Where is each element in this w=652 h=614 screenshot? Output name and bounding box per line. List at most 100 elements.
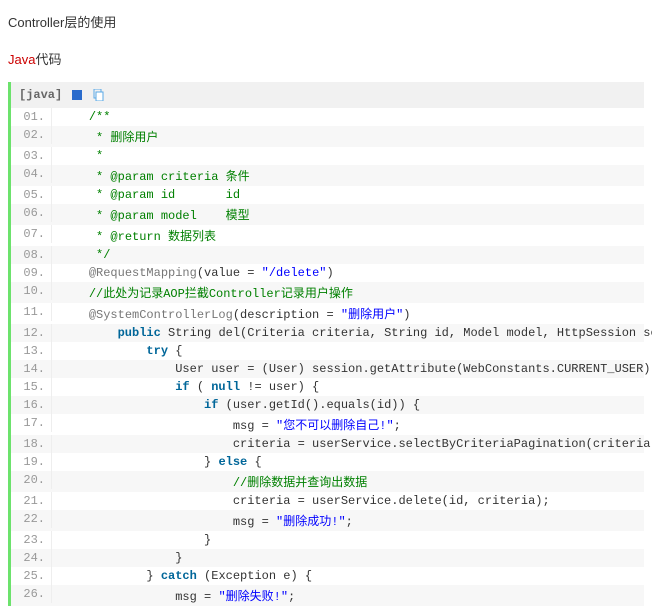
code-source: * @param id id: [52, 186, 240, 204]
code-token: msg =: [175, 590, 218, 604]
line-number: 03.: [11, 147, 52, 165]
code-token: {: [247, 455, 261, 469]
code-source: try {: [52, 342, 182, 360]
code-body: 01. /** 02. * 删除用户 03. *04. * @param crite…: [11, 108, 644, 606]
code-token: /**: [89, 110, 111, 124]
code-token: "您不可以删除自己!": [276, 419, 394, 433]
code-source: }: [52, 549, 182, 567]
code-source: public String del(Criteria criteria, Str…: [52, 324, 652, 342]
code-line: 04. * @param criteria 条件: [11, 165, 644, 186]
line-number: 04.: [11, 165, 52, 183]
code-token: }: [175, 551, 182, 565]
line-number: 01.: [11, 108, 52, 126]
code-token: {: [168, 344, 182, 358]
code-token: try: [146, 344, 168, 358]
code-line: 19. } else {: [11, 453, 644, 471]
code-source: criteria = userService.selectByCriteriaP…: [52, 435, 652, 453]
line-number: 25.: [11, 567, 52, 585]
code-line: 15. if ( null != user) {: [11, 378, 644, 396]
code-line: 14. User user = (User) session.getAttrib…: [11, 360, 644, 378]
line-number: 09.: [11, 264, 52, 282]
code-token: if: [175, 380, 189, 394]
code-line: 10. //此处为记录AOP拦截Controller记录用户操作: [11, 282, 644, 303]
code-token: ): [326, 266, 333, 280]
line-number: 15.: [11, 378, 52, 396]
code-source: *: [52, 147, 103, 165]
code-line: 08. */: [11, 246, 644, 264]
line-number: 06.: [11, 204, 52, 222]
code-source: if (user.getId().equals(id)) {: [52, 396, 420, 414]
line-number: 13.: [11, 342, 52, 360]
code-source: }: [52, 531, 211, 549]
code-token: }: [204, 455, 218, 469]
code-token: * @param id id: [89, 188, 240, 202]
view-source-icon[interactable]: [70, 89, 83, 102]
line-number: 26.: [11, 585, 52, 603]
code-token: msg =: [233, 515, 276, 529]
code-source: } catch (Exception e) {: [52, 567, 312, 585]
line-number: 24.: [11, 549, 52, 567]
code-line: 21. criteria = userService.delete(id, cr…: [11, 492, 644, 510]
code-source: * @param model 模型: [52, 204, 250, 225]
line-number: 20.: [11, 471, 52, 489]
code-source: @RequestMapping(value = "/delete"): [52, 264, 334, 282]
code-source: } else {: [52, 453, 262, 471]
code-source: //删除数据并查询出数据: [52, 471, 367, 492]
code-line: 18. criteria = userService.selectByCrite…: [11, 435, 644, 453]
code-token: != user) {: [240, 380, 319, 394]
line-number: 02.: [11, 126, 52, 144]
code-line: 22. msg = "删除成功!";: [11, 510, 644, 531]
code-token: (user.getId().equals(id)) {: [218, 398, 420, 412]
code-token: (description =: [233, 308, 341, 322]
copy-icon[interactable]: [91, 89, 104, 102]
code-token: //此处为记录AOP拦截Controller记录用户操作: [89, 287, 353, 301]
code-line: 13. try {: [11, 342, 644, 360]
code-token: "删除失败!": [218, 590, 288, 604]
code-line: 03. *: [11, 147, 644, 165]
code-line: 24. }: [11, 549, 644, 567]
code-line: 09. @RequestMapping(value = "/delete"): [11, 264, 644, 282]
code-line: 12. public String del(Criteria criteria,…: [11, 324, 644, 342]
code-token: //删除数据并查询出数据: [233, 476, 367, 490]
code-line: 16. if (user.getId().equals(id)) {: [11, 396, 644, 414]
code-token: criteria = userService.selectByCriteriaP…: [233, 437, 652, 451]
subheading-rest: 代码: [35, 52, 61, 67]
code-token: }: [204, 533, 211, 547]
line-number: 16.: [11, 396, 52, 414]
code-source: /**: [52, 108, 110, 126]
code-token: public: [118, 326, 161, 340]
code-token: * 删除用户: [89, 131, 159, 145]
code-block: [java] 01. /** 02. * 删除用户 03. *04. * @para…: [8, 82, 644, 606]
code-token: ;: [394, 419, 401, 433]
code-token: User user = (User) session.getAttribute(…: [175, 362, 652, 376]
code-token: (value =: [197, 266, 262, 280]
code-token: ): [403, 308, 410, 322]
code-token: ;: [288, 590, 295, 604]
line-number: 12.: [11, 324, 52, 342]
line-number: 07.: [11, 225, 52, 243]
code-line: 05. * @param id id: [11, 186, 644, 204]
code-language-label: [java]: [19, 88, 62, 102]
code-source: msg = "删除失败!";: [52, 585, 295, 606]
code-line: 07. * @return 数据列表: [11, 225, 644, 246]
line-number: 22.: [11, 510, 52, 528]
code-token: * @param model 模型: [89, 209, 250, 223]
code-token: @RequestMapping: [89, 266, 197, 280]
code-source: msg = "删除成功!";: [52, 510, 353, 531]
code-token: if: [204, 398, 218, 412]
code-source: */: [52, 246, 110, 264]
line-number: 18.: [11, 435, 52, 453]
code-source: * @return 数据列表: [52, 225, 216, 246]
code-source: @SystemControllerLog(description = "删除用户…: [52, 303, 410, 324]
line-number: 14.: [11, 360, 52, 378]
code-token: "/delete": [262, 266, 327, 280]
code-token: "删除用户": [341, 308, 403, 322]
code-source: //此处为记录AOP拦截Controller记录用户操作: [52, 282, 353, 303]
code-line: 11. @SystemControllerLog(description = "…: [11, 303, 644, 324]
code-token: @SystemControllerLog: [89, 308, 233, 322]
code-line: 17. msg = "您不可以删除自己!";: [11, 414, 644, 435]
section-heading: Controller层的使用: [8, 12, 644, 31]
subheading-lang: Java: [8, 52, 35, 67]
code-line: 20. //删除数据并查询出数据: [11, 471, 644, 492]
line-number: 23.: [11, 531, 52, 549]
